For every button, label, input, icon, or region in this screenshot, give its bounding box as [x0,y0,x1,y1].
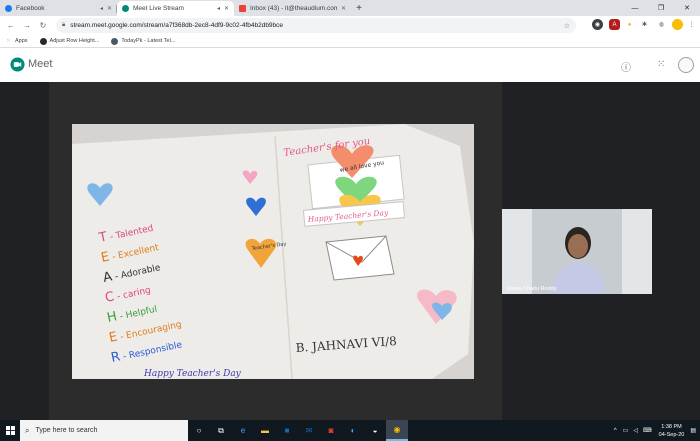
cortana-icon[interactable]: ○ [188,420,210,441]
network-icon[interactable]: ▭ [623,427,629,434]
taskbar-clock[interactable]: 1:38 PM 04-Sep-20 [659,423,685,439]
chrome-icon[interactable]: ◉ [386,420,408,441]
camera-app-icon[interactable]: ◙ [320,420,342,441]
audio-icon[interactable]: ◂ [100,5,103,12]
tab-close-icon[interactable]: ✕ [341,5,346,12]
tab-gmail-inbox[interactable]: Inbox (43) - it@theaudium.com ✕ [234,1,351,16]
apps-grid-icon: ⁙ [6,38,11,44]
participant-video [502,209,652,294]
tab-label: Facebook [16,5,45,12]
browser-toolbar: ← → ↻ 🔒︎ stream.meet.google.com/stream/a… [0,16,700,35]
meeting-stage: Teacher's for you we all love you Teache… [0,82,700,420]
tab-strip: Facebook ◂ ✕ Meet Live Stream ◂ ✕ Inbox … [0,0,700,16]
forward-icon[interactable]: → [20,19,34,33]
bookmark-apps[interactable]: ⁙ Apps [5,38,28,45]
meet-header: Meet ⓘ ⁙ [0,48,700,82]
clock-date: 04-Sep-20 [658,431,685,438]
tab-label: Meet Live Stream [133,5,184,12]
task-view-icon[interactable]: ⧉ [210,420,232,441]
language-icon[interactable]: ⌨ [643,427,652,434]
minimize-icon[interactable]: — [622,0,648,16]
back-icon[interactable]: ← [4,19,18,33]
bookmarks-bar: ⁙ Apps Adjust Row Height... TodayPk - La… [0,35,700,48]
windows-taskbar: ⌕ Type here to search ○ ⧉ e ▬ ■ ✉ ◙ ◐ ◒ … [0,420,700,441]
meet-favicon-icon [122,5,129,12]
extensions-puzzle-icon[interactable]: ✱ [639,19,650,30]
meet-logo-icon[interactable] [10,57,25,72]
taskbar-search[interactable]: ⌕ Type here to search [20,420,188,441]
lock-icon[interactable]: 🔒︎ [62,22,65,29]
app-icon[interactable]: ◒ [364,420,386,441]
teachers-day-card: Teacher's for you we all love you Teache… [72,124,474,379]
edge-chromium-icon[interactable]: ◐ [342,420,364,441]
gmail-favicon-icon [239,5,246,12]
apps-grid-icon[interactable]: ⁙ [657,59,665,70]
bookmark-todaypk[interactable]: TodayPk - Latest Tel... [111,37,176,45]
browser-menu-icon[interactable]: ⋮ [686,19,697,30]
account-avatar[interactable] [678,57,694,73]
profile-icon[interactable]: ◍ [656,19,667,30]
meet-title: Meet [28,58,53,70]
bookmark-adjust-row-height[interactable]: Adjust Row Height... [39,37,100,45]
new-tab-button[interactable]: + [351,1,367,16]
search-placeholder: Type here to search [35,427,98,434]
tab-close-icon[interactable]: ✕ [107,5,112,12]
address-bar[interactable]: 🔒︎ stream.meet.google.com/stream/a7f368d… [56,18,576,33]
tab-meet-live-stream[interactable]: Meet Live Stream ◂ ✕ [117,1,234,16]
url-text: stream.meet.google.com/stream/a7f368db-2… [70,22,284,29]
audio-icon[interactable]: ◂ [217,5,220,12]
card-footer: Happy Teacher's Day [143,369,242,379]
reload-icon[interactable]: ↻ [36,19,50,33]
shared-card-image: Teacher's for you we all love you Teache… [72,124,474,379]
bulb-extension-icon[interactable]: ● [624,19,635,30]
close-window-icon[interactable]: ✕ [674,0,700,16]
clock-time: 1:38 PM [661,423,682,430]
user-avatar-icon[interactable] [672,19,683,30]
github-icon [39,37,47,45]
extension-icon[interactable]: ◉ [592,19,603,30]
edge-icon[interactable]: e [232,420,254,441]
tab-close-icon[interactable]: ✕ [224,5,229,12]
volume-icon[interactable]: ◁ [633,427,638,434]
system-tray: ^ ▭ ◁ ⌨ 1:38 PM 04-Sep-20 ▤ [614,420,696,441]
participant-name: Veena Chaitu Reddy [506,286,557,292]
windows-start-icon[interactable] [0,420,20,441]
todaypk-icon [111,37,119,45]
facebook-favicon-icon [5,5,12,12]
store-icon[interactable]: ■ [276,420,298,441]
outlook-icon[interactable]: ✉ [298,420,320,441]
bookmark-label: Adjust Row Height... [49,38,100,44]
help-icon[interactable]: ⓘ [621,59,631,74]
pdf-extension-icon[interactable]: A [609,19,620,30]
maximize-icon[interactable]: ❐ [648,0,674,16]
notifications-icon[interactable]: ▤ [690,427,696,434]
tray-chevron-icon[interactable]: ^ [614,428,617,434]
file-explorer-icon[interactable]: ▬ [254,420,276,441]
bookmark-star-icon[interactable]: ☆ [564,22,570,30]
bookmark-label: TodayPk - Latest Tel... [121,38,176,44]
tab-facebook[interactable]: Facebook ◂ ✕ [0,1,117,16]
tab-label: Inbox (43) - it@theaudium.com [250,5,337,12]
presentation-tile: Teacher's for you we all love you Teache… [49,82,502,420]
participant-tile[interactable]: Veena Chaitu Reddy [502,209,652,294]
search-icon: ⌕ [25,425,30,435]
bookmark-label: Apps [15,38,28,44]
window-controls: — ❐ ✕ [622,0,700,16]
